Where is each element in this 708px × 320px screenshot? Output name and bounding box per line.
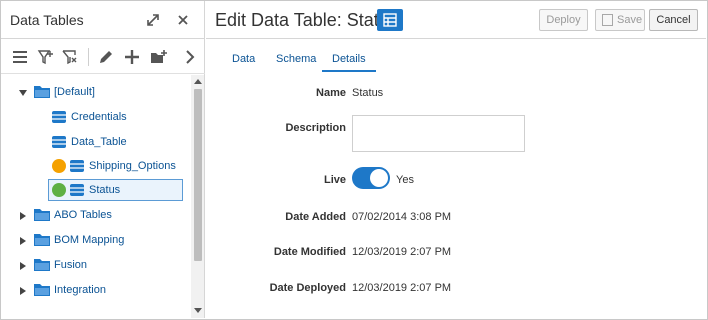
caret-right-icon[interactable]	[18, 286, 28, 296]
date-added-label: Date Added	[285, 211, 346, 223]
add-folder-icon[interactable]	[150, 48, 168, 66]
table-details-icon[interactable]	[377, 9, 403, 31]
tree-item-bom-mapping[interactable]: BOM Mapping	[1, 229, 191, 253]
cancel-button[interactable]: Cancel	[649, 9, 698, 31]
edit-data-table-panel: Edit Data Table: Status Deploy Save Canc…	[206, 1, 706, 318]
editor-title: Edit Data Table: Status	[215, 10, 398, 30]
expand-icon[interactable]	[145, 12, 161, 28]
deploy-button[interactable]: Deploy	[539, 9, 588, 31]
data-table-icon	[70, 160, 84, 172]
live-toggle[interactable]	[352, 167, 390, 189]
tab-details[interactable]: Details	[322, 53, 376, 72]
caret-right-icon[interactable]	[18, 261, 28, 271]
name-value: Status	[352, 87, 384, 99]
date-deployed-label: Date Deployed	[269, 282, 346, 294]
tree-item-label: ABO Tables	[54, 209, 112, 221]
folder-icon	[34, 209, 50, 221]
name-label: Name	[316, 87, 346, 99]
folder-icon	[34, 259, 50, 271]
tab-schema[interactable]: Schema	[276, 53, 316, 65]
caret-right-icon[interactable]	[18, 236, 28, 246]
date-deployed-value: 12/03/2019 2:07 PM	[352, 282, 452, 294]
folder-icon	[34, 234, 50, 246]
caret-right-icon[interactable]	[18, 211, 28, 221]
tree-item-label: Data_Table	[71, 136, 127, 148]
description-label: Description	[285, 122, 346, 134]
tree-toolbar	[1, 40, 205, 74]
filter-add-icon[interactable]	[37, 48, 55, 66]
tree-item-credentials[interactable]: Credentials	[1, 106, 191, 130]
live-label: Live	[323, 174, 346, 186]
save-button-label: Save	[617, 14, 643, 26]
filter-clear-icon[interactable]	[61, 48, 79, 66]
tree-item-label: Integration	[54, 284, 106, 296]
toolbar-divider	[88, 48, 89, 66]
editor-tabs: Data Schema Details	[206, 53, 706, 73]
folder-icon	[34, 284, 50, 296]
scroll-down-arrow-icon[interactable]	[194, 308, 202, 313]
panel-header: Data Tables	[1, 1, 205, 39]
scroll-thumb[interactable]	[194, 89, 202, 261]
tree-item-abo-tables[interactable]: ABO Tables	[1, 204, 191, 228]
status-dot-green	[52, 183, 66, 197]
tree-item-label: BOM Mapping	[54, 234, 125, 246]
data-table-icon	[52, 111, 66, 123]
data-tables-tree: [Default] Credentials Data_Table Shippin…	[1, 75, 191, 318]
tree-item-label: [Default]	[54, 86, 95, 98]
date-added-value: 07/02/2014 3:08 PM	[352, 211, 452, 223]
tree-item-integration[interactable]: Integration	[1, 279, 191, 303]
chevron-right-icon[interactable]	[181, 48, 199, 66]
scroll-up-arrow-icon[interactable]	[194, 79, 202, 84]
list-icon[interactable]	[11, 48, 29, 66]
date-modified-value: 12/03/2019 2:07 PM	[352, 246, 452, 258]
date-modified-label: Date Modified	[273, 246, 346, 258]
tree-item-label: Credentials	[71, 111, 127, 123]
table-details-glyph-icon	[383, 13, 397, 27]
tree-item-data-table[interactable]: Data_Table	[1, 131, 191, 155]
tree-item-label: Fusion	[54, 259, 88, 271]
editor-header: Edit Data Table: Status Deploy Save Canc…	[206, 1, 706, 39]
toggle-knob	[370, 169, 388, 187]
close-icon[interactable]	[175, 12, 191, 28]
save-disk-icon	[602, 14, 613, 26]
tab-data[interactable]: Data	[232, 53, 255, 65]
tree-item-fusion[interactable]: Fusion	[1, 254, 191, 278]
panel-title: Data Tables	[10, 12, 84, 28]
tree-item-label: Shipping_Options	[89, 160, 176, 172]
data-tables-panel: Data Tables [Default] Credentials Data_T…	[1, 1, 205, 318]
caret-down-icon[interactable]	[18, 88, 28, 98]
live-value: Yes	[396, 174, 414, 186]
status-dot-orange	[52, 159, 66, 173]
tree-scrollbar[interactable]	[191, 75, 204, 318]
description-input[interactable]	[352, 115, 525, 152]
edit-pencil-icon[interactable]	[97, 48, 115, 66]
tree-item-label: Status	[89, 184, 121, 196]
save-button[interactable]: Save	[595, 9, 645, 31]
data-table-icon	[52, 136, 66, 148]
tree-item-status[interactable]: Status	[1, 179, 191, 203]
folder-icon	[34, 86, 50, 98]
add-icon[interactable]	[123, 48, 141, 66]
data-table-icon	[70, 184, 84, 196]
tree-item-shipping-options[interactable]: Shipping_Options	[1, 155, 191, 179]
tree-item-default[interactable]: [Default]	[1, 81, 191, 105]
